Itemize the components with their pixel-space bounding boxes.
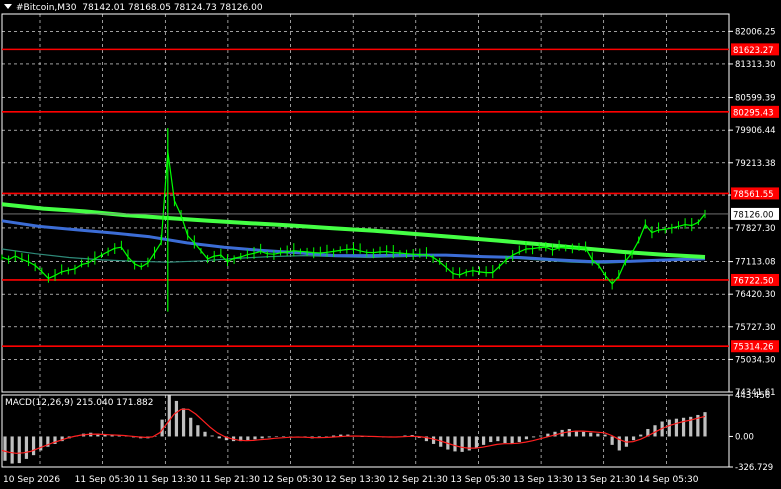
macd-histogram-bar	[510, 436, 514, 444]
y-axis-tick-label: 75727.30	[735, 323, 776, 333]
macd-histogram-bar	[596, 433, 600, 437]
macd-histogram-bar	[181, 408, 186, 437]
macd-histogram-bar	[274, 436, 279, 437]
price-line	[1, 151, 706, 285]
macd-histogram-bar	[281, 436, 286, 437]
main-pane-frame	[1, 13, 730, 393]
symbol-timeframe: #Bitcoin,M30	[16, 3, 77, 13]
x-axis-tick-label: 13 Sep 05:30	[450, 475, 510, 485]
macd-histogram-bar	[539, 435, 543, 437]
macd-histogram-bar	[24, 436, 29, 459]
y-axis-tick-label: 82006.25	[735, 27, 776, 37]
macd-histogram-bar	[703, 412, 707, 437]
current-price-label: 78126.00	[733, 210, 774, 220]
x-axis-tick-label: 11 Sep 05:30	[75, 475, 135, 485]
macd-histogram-bar	[3, 436, 7, 461]
price-level-label: 76722.50	[733, 276, 774, 286]
trading-chart[interactable]: 10 Sep 2026 11 Sep 05:30 11 Sep 13:30 11 Se…	[0, 0, 781, 489]
y-axis-tick-label: 77113.08	[735, 258, 776, 268]
macd-histogram-bar	[503, 436, 507, 443]
ohlc-values: 78142.01 78168.05 78124.73 78126.00	[82, 3, 263, 13]
price-level-label: 78561.55	[733, 190, 774, 200]
x-axis-tick-label: 12 Sep 13:30	[325, 475, 385, 485]
macd-histogram-bar	[453, 436, 457, 452]
y-axis-tick-label: 80599.39	[735, 94, 776, 104]
y-axis-tick-label: 81313.30	[735, 60, 776, 70]
macd-histogram-bar	[531, 436, 536, 438]
macd-histogram-bar	[431, 436, 436, 444]
macd-histogram-bar	[681, 417, 686, 437]
macd-histogram-bar	[524, 436, 529, 440]
macd-histogram-bar	[260, 436, 264, 439]
macd-histogram-bar	[460, 436, 464, 452]
macd-histogram-bar	[589, 432, 593, 437]
y-axis-tick-label: 75034.30	[735, 355, 776, 365]
macd-histogram-bar	[10, 436, 14, 464]
price-level-label: 75314.26	[733, 343, 774, 353]
macd-histogram-bar	[496, 436, 500, 442]
x-axis-tick-label: 11 Sep 21:30	[200, 475, 260, 485]
macd-histogram-bar	[174, 400, 179, 437]
macd-histogram-bar	[210, 435, 214, 437]
macd-histogram-bar	[246, 436, 250, 441]
chart-header: #Bitcoin,M30 78142.01 78168.05 78124.73 …	[4, 3, 263, 13]
macd-histogram-bar	[253, 436, 257, 440]
macd-histogram-bar	[581, 431, 586, 437]
macd-indicator-label: MACD(12,26,9) 215.040 171.882	[5, 398, 154, 408]
x-axis-tick-label: 10 Sep 2026	[3, 475, 60, 485]
macd-histogram-bar	[203, 431, 207, 437]
y-axis-tick-label: 76420.30	[735, 290, 776, 300]
macd-histogram-bar	[603, 434, 607, 437]
macd-histogram-bar	[196, 425, 200, 437]
macd-histogram-bar	[567, 428, 571, 437]
price-level-label: 81623.27	[733, 46, 774, 56]
macd-histogram-bar	[667, 419, 671, 437]
moving-average-fast-line	[1, 219, 706, 264]
macd-histogram-bar	[631, 436, 636, 441]
macd-histogram-bar	[31, 436, 36, 456]
macd-histogram-bar	[517, 436, 521, 443]
price-level-label: 80295.43	[733, 108, 774, 118]
macd-histogram-bar	[489, 436, 493, 443]
x-axis-tick-label: 14 Sep 05:30	[638, 475, 698, 485]
macd-histogram-bar	[639, 434, 643, 437]
x-axis-tick-label: 13 Sep 21:30	[576, 475, 636, 485]
macd-y-axis-tick-label: 443.456	[735, 391, 770, 401]
x-axis-tick-label: 12 Sep 21:30	[388, 475, 448, 485]
x-axis-tick-label: 12 Sep 05:30	[263, 475, 323, 485]
macd-y-axis-tick-label: 0.00	[735, 432, 754, 442]
macd-histogram-bar	[474, 436, 479, 448]
dropdown-triangle-icon[interactable]	[4, 4, 12, 9]
y-axis-tick-label: 77827.30	[735, 224, 776, 234]
macd-y-axis-tick-label: -326.729	[735, 463, 773, 473]
macd-histogram-bar	[189, 417, 193, 437]
macd-signal-line	[1, 408, 706, 454]
x-axis-tick-label: 13 Sep 13:30	[513, 475, 573, 485]
y-axis-tick-label: 79906.44	[735, 126, 776, 136]
macd-histogram-bar	[653, 425, 657, 437]
y-axis-tick-label: 79213.38	[735, 159, 776, 169]
macd-histogram-bar	[217, 436, 221, 439]
macd-histogram-bar	[674, 418, 679, 437]
macd-histogram-bar	[17, 436, 21, 464]
macd-histogram-bar	[610, 436, 614, 445]
x-axis-tick-label: 11 Sep 13:30	[137, 475, 197, 485]
macd-histogram-bar	[481, 436, 486, 445]
macd-histogram-bar	[167, 395, 171, 437]
macd-histogram-bar	[267, 436, 271, 438]
